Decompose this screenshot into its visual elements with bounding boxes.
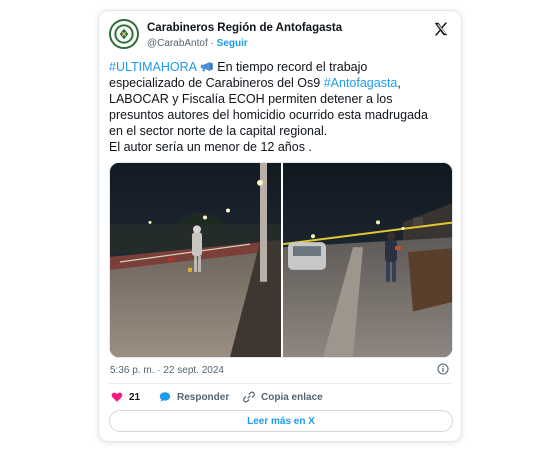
post-header: Carabineros Región de Antofagasta @Carab… bbox=[109, 19, 451, 53]
read-more-button[interactable]: Leer más en X bbox=[109, 410, 453, 432]
post-text-segment-2: especializado de Carabineros del Os9 bbox=[109, 76, 324, 90]
megaphone-emoji bbox=[200, 61, 213, 72]
copy-link-label: Copia enlace bbox=[261, 391, 323, 403]
post-text-line-2: especializado de Carabineros del Os9 #An… bbox=[109, 75, 455, 91]
handle-separator: · bbox=[210, 38, 214, 49]
hashtag-antofagasta[interactable]: #Antofagasta bbox=[324, 76, 398, 90]
link-icon bbox=[243, 391, 255, 403]
media-gallery bbox=[109, 162, 453, 358]
reply-button[interactable]: Responder bbox=[159, 391, 229, 403]
copy-link-button[interactable]: Copia enlace bbox=[243, 391, 323, 403]
photo-left[interactable] bbox=[110, 163, 281, 357]
like-button[interactable]: 21 bbox=[111, 391, 140, 403]
account-name[interactable]: Carabineros Región de Antofagasta bbox=[147, 22, 342, 34]
x-logo-icon[interactable] bbox=[433, 21, 449, 37]
action-bar: 21 Responder Copia enlace bbox=[109, 391, 449, 405]
post-timestamp[interactable]: 5:36 p. m. · 22 sept. 2024 bbox=[110, 365, 224, 376]
divider bbox=[109, 383, 451, 384]
info-icon[interactable] bbox=[437, 363, 449, 375]
like-count: 21 bbox=[129, 391, 141, 403]
speech-bubble-icon bbox=[159, 392, 171, 402]
photo-right[interactable] bbox=[283, 163, 452, 357]
post-text-line-3: LABOCAR y Fiscalía ECOH permiten detener… bbox=[109, 92, 393, 106]
post-text-line-5: en el sector norte de la capital regiona… bbox=[109, 124, 328, 138]
post-text-line-1: #ULTIMAHORA En tiempo record el trabajo bbox=[109, 59, 455, 75]
avatar[interactable] bbox=[109, 19, 139, 49]
post-text-segment-3: , bbox=[397, 76, 401, 90]
follow-button[interactable]: Seguir bbox=[217, 38, 248, 49]
handle-row: @CarabAntof · Seguir bbox=[147, 38, 248, 49]
post-text: #ULTIMAHORA En tiempo record el trabajo … bbox=[109, 59, 455, 155]
hashtag-ultimahora[interactable]: #ULTIMAHORA bbox=[109, 60, 196, 74]
post-text-segment-1: En tiempo record el trabajo bbox=[213, 60, 368, 74]
embedded-post-card: Carabineros Región de Antofagasta @Carab… bbox=[98, 10, 462, 442]
heart-icon bbox=[111, 392, 123, 402]
post-text-line-4: presuntos autores del homicidio ocurrido… bbox=[109, 108, 428, 122]
post-text-line-6: El autor sería un menor de 12 años . bbox=[109, 140, 312, 154]
account-handle[interactable]: @CarabAntof bbox=[147, 38, 208, 49]
reply-label: Responder bbox=[177, 391, 230, 403]
